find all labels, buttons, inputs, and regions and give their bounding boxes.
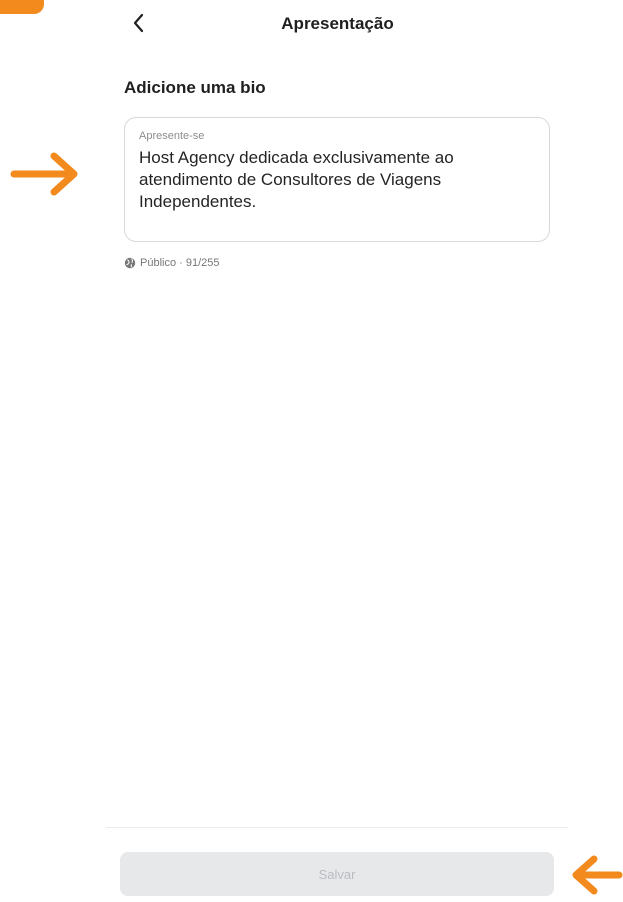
back-button[interactable]: [126, 10, 152, 40]
privacy-text: Público · 91/255: [140, 257, 220, 269]
screen: Apresentação Adicione uma bio Apresente-…: [0, 0, 623, 902]
arrow-icon: [566, 851, 623, 902]
save-button[interactable]: Salvar: [120, 852, 554, 896]
section-title: Adicione uma bio: [124, 78, 266, 97]
chevron-left-icon: [129, 11, 149, 40]
arrow-icon: [10, 148, 82, 205]
bio-text[interactable]: Host Agency dedicada exclusivamente ao a…: [139, 147, 537, 213]
bio-label: Apresente-se: [139, 130, 205, 142]
privacy-indicator: Público · 91/255: [124, 257, 220, 269]
globe-icon: [124, 257, 136, 269]
corner-badge: [0, 0, 44, 14]
bio-field[interactable]: Apresente-se Host Agency dedicada exclus…: [124, 117, 550, 242]
page-title: Apresentação: [281, 14, 394, 33]
bottom-divider: [106, 827, 568, 828]
